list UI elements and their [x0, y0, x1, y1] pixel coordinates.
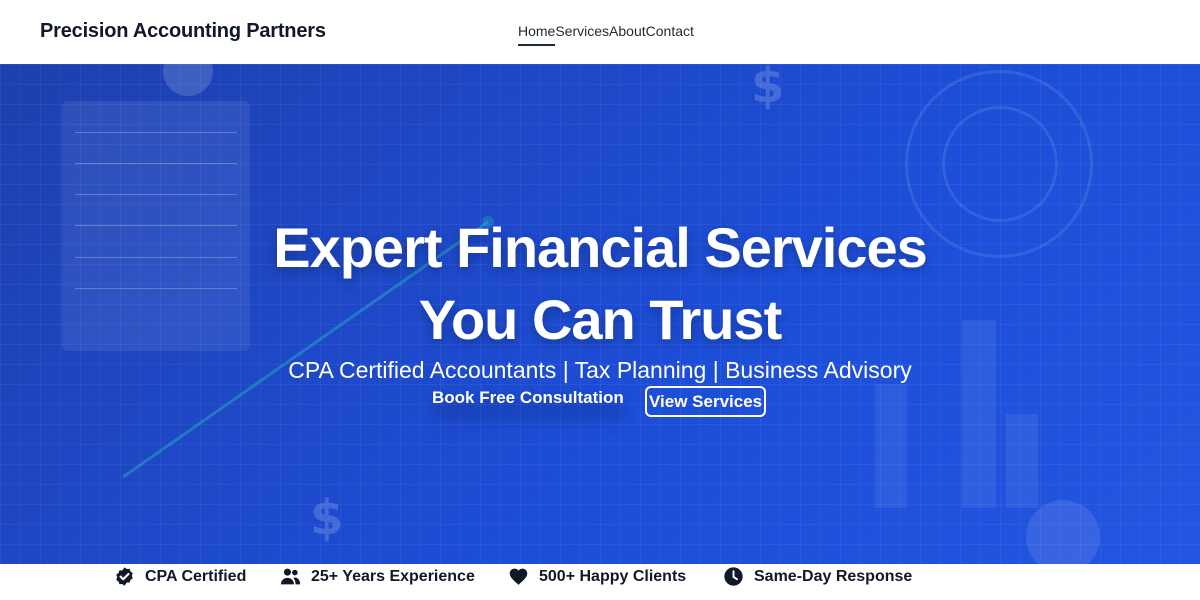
nav-services-link[interactable]: Services	[555, 22, 609, 46]
trust-bar: CPA Certified 25+ Years Experience 500+ …	[0, 564, 1200, 600]
trust-label: 500+ Happy Clients	[539, 567, 687, 585]
site-header: Precision Accounting Partners Home Servi…	[0, 0, 1200, 64]
hero-section: $ $ Expert Financial Services You Can Tr…	[0, 64, 1200, 564]
book-consultation-button[interactable]: Book Free Consultation	[432, 388, 624, 408]
hero-title-line-2: You Can Trust	[418, 288, 782, 351]
badge-check-icon	[116, 567, 133, 586]
trust-item-experience: 25+ Years Experience	[280, 566, 475, 587]
hero-title: Expert Financial Services You Can Trust	[150, 212, 1050, 356]
users-icon	[280, 568, 301, 585]
heart-icon	[509, 568, 528, 585]
nav-home-link[interactable]: Home	[518, 22, 556, 46]
trust-item-cpa: CPA Certified	[114, 566, 246, 587]
clock-icon	[724, 567, 743, 586]
hero-subtitle: CPA Certified Accountants | Tax Planning…	[288, 357, 912, 383]
trust-label: 25+ Years Experience	[311, 567, 475, 585]
nav-about-link[interactable]: About	[609, 22, 646, 46]
trust-item-response: Same-Day Response	[723, 566, 912, 587]
trust-label: CPA Certified	[145, 567, 247, 585]
trust-item-clients: 500+ Happy Clients	[508, 566, 686, 587]
button-shadow	[436, 410, 626, 424]
main-nav: Home Services About Contact	[518, 22, 694, 46]
brand-name[interactable]: Precision Accounting Partners	[40, 20, 326, 43]
nav-contact-link[interactable]: Contact	[646, 22, 694, 46]
view-services-button[interactable]: View Services	[645, 386, 767, 417]
hero-title-line-1: Expert Financial Services	[273, 216, 928, 279]
hero-content: Expert Financial Services You Can Trust …	[0, 64, 1200, 564]
trust-label: Same-Day Response	[754, 567, 913, 585]
